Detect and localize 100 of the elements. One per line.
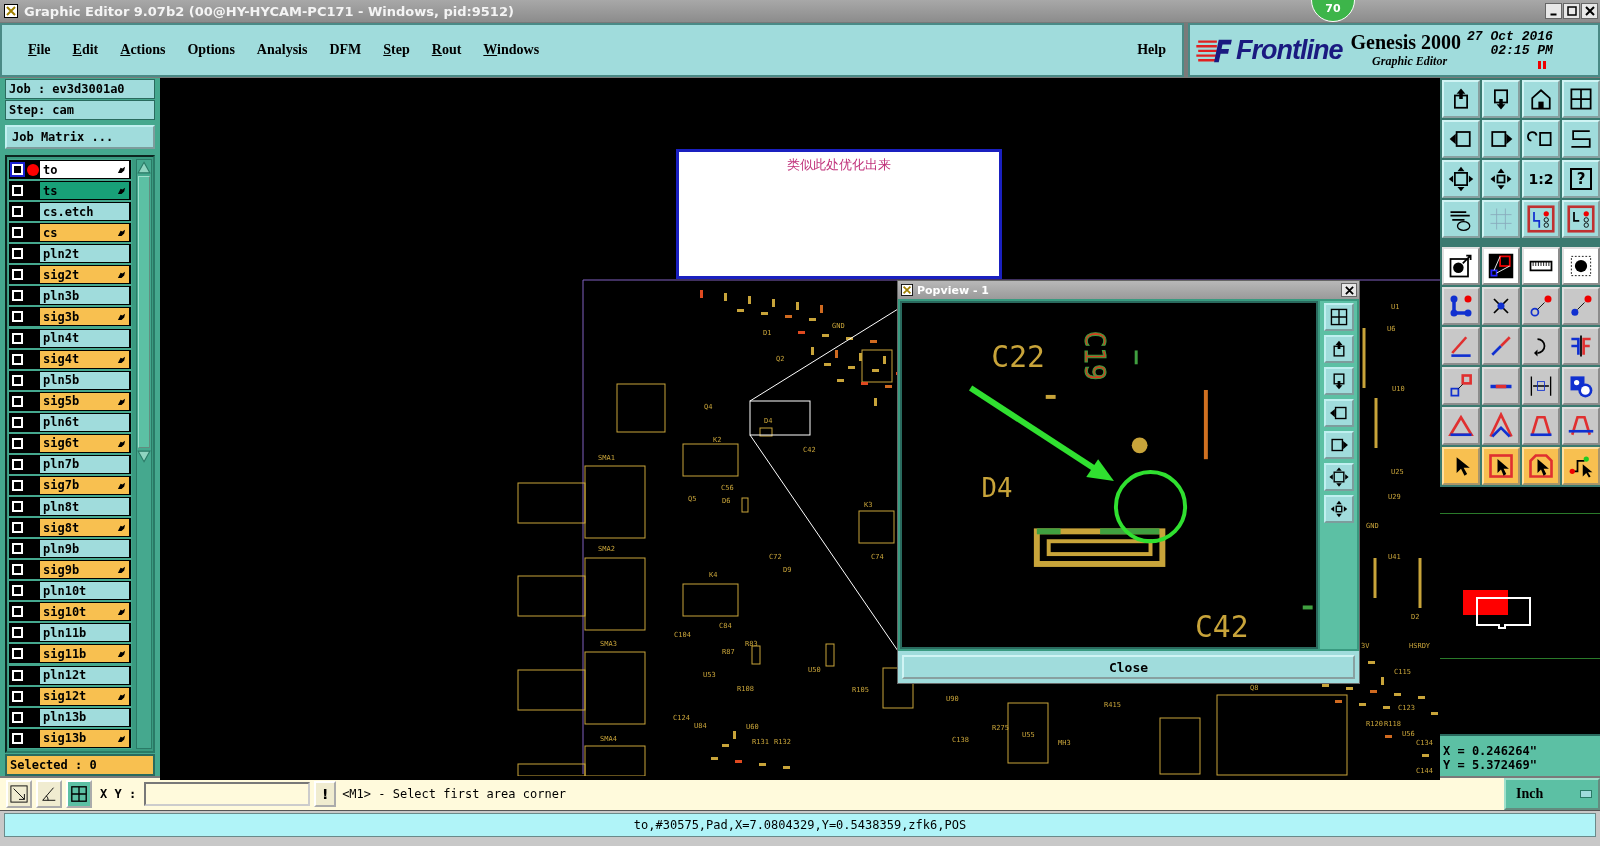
close-button[interactable] [1341, 283, 1357, 297]
toolbar-button[interactable] [1562, 200, 1600, 238]
toolbar-button[interactable] [1442, 247, 1480, 285]
toolbar-button[interactable] [1482, 247, 1520, 285]
scroll-up-icon[interactable] [137, 160, 151, 174]
layer-checkbox[interactable] [12, 669, 23, 681]
menu-item[interactable]: Analysis [248, 42, 316, 58]
toolbar-button[interactable]: 1:2 [1522, 160, 1560, 198]
layer-name[interactable]: ts [40, 182, 129, 200]
layer-name[interactable]: pln4t [40, 329, 129, 347]
layer-checkbox[interactable] [12, 416, 23, 428]
grid-button[interactable] [66, 780, 92, 808]
popview-tool-button[interactable] [1323, 399, 1354, 427]
scrollbar[interactable] [136, 159, 152, 749]
layer-name[interactable]: pln3b [40, 287, 129, 305]
toolbar-button[interactable] [1562, 120, 1600, 158]
toolbar-button[interactable] [1562, 447, 1600, 485]
toolbar-button[interactable] [1522, 407, 1560, 445]
toolbar-button[interactable] [1482, 80, 1520, 118]
job-matrix-button[interactable]: Job Matrix ... [5, 125, 155, 149]
menu-item[interactable]: Actions [112, 42, 174, 58]
layer-name[interactable]: sig8t [40, 519, 129, 537]
menu-item[interactable]: Options [179, 42, 243, 58]
menu-item[interactable]: File [20, 42, 59, 58]
layer-name[interactable]: pln10t [40, 582, 129, 600]
toolbar-button[interactable] [1522, 80, 1560, 118]
layer-checkbox[interactable] [12, 479, 23, 491]
toolbar-button[interactable] [1562, 367, 1600, 405]
toolbar-button[interactable]: ? [1562, 160, 1600, 198]
layer-checkbox[interactable] [12, 164, 23, 175]
layer-name[interactable]: sig10t [40, 603, 129, 621]
toolbar-button[interactable] [1562, 80, 1600, 118]
layer-name[interactable]: cs.etch [40, 203, 129, 221]
layer-name[interactable]: sig9b [40, 561, 129, 579]
toolbar-button[interactable] [1562, 327, 1600, 365]
help-menu[interactable]: Help [1129, 42, 1174, 58]
layer-checkbox[interactable] [12, 332, 23, 344]
toolbar-button[interactable] [1562, 247, 1600, 285]
layer-name[interactable]: to [40, 161, 129, 178]
toolbar-button[interactable] [1482, 287, 1520, 325]
toolbar-button[interactable] [1562, 407, 1600, 445]
layer-checkbox[interactable] [12, 627, 23, 639]
layer-checkbox[interactable] [12, 543, 23, 555]
alert-button[interactable]: ! [314, 781, 337, 807]
layer-checkbox[interactable] [12, 711, 23, 723]
layer-name[interactable]: sig12t [40, 687, 129, 705]
layer-name[interactable]: pln8t [40, 498, 129, 515]
layer-name[interactable]: pln13b [40, 708, 129, 726]
layer-name[interactable]: sig3b [40, 308, 129, 326]
layer-checkbox[interactable] [12, 690, 23, 702]
popview-tool-button[interactable] [1323, 463, 1354, 491]
maximize-button[interactable] [1563, 3, 1580, 19]
toolbar-button[interactable] [1522, 367, 1560, 405]
close-button[interactable] [1581, 3, 1598, 19]
layer-checkbox[interactable] [12, 437, 23, 449]
layer-name[interactable]: pln2t [40, 245, 129, 263]
menu-item[interactable]: DFM [321, 42, 370, 58]
layer-name[interactable]: pln5b [40, 371, 129, 389]
layer-checkbox[interactable] [12, 185, 23, 197]
units-dropdown[interactable]: Inch [1504, 778, 1600, 810]
layer-name[interactable]: pln7b [40, 455, 129, 473]
layer-name[interactable]: pln9b [40, 540, 129, 558]
angle-button[interactable] [36, 780, 62, 808]
popview-tool-button[interactable] [1323, 303, 1354, 331]
layer-checkbox[interactable] [12, 395, 23, 407]
toolbar-button[interactable] [1522, 247, 1560, 285]
toolbar-button[interactable] [1482, 407, 1520, 445]
toolbar-button[interactable] [1562, 287, 1600, 325]
scroll-thumb[interactable] [138, 176, 150, 448]
toolbar-button[interactable] [1522, 327, 1560, 365]
layer-checkbox[interactable] [12, 564, 23, 576]
toolbar-button[interactable] [1522, 120, 1560, 158]
toolbar-button[interactable] [1442, 200, 1480, 238]
menu-item[interactable]: Rout [423, 42, 470, 58]
layer-checkbox[interactable] [12, 290, 23, 302]
xy-input-field[interactable] [144, 782, 311, 806]
layer-checkbox[interactable] [12, 458, 23, 470]
toolbar-button[interactable] [1482, 120, 1520, 158]
layer-name[interactable]: pln6t [40, 413, 129, 431]
popview-tool-button[interactable] [1323, 431, 1354, 459]
layer-checkbox[interactable] [12, 353, 23, 365]
toolbar-button[interactable] [1522, 200, 1560, 238]
layer-name[interactable]: sig2t [40, 266, 129, 284]
popview-tool-button[interactable] [1323, 367, 1354, 395]
layer-name[interactable]: sig6t [40, 434, 129, 452]
layer-name[interactable]: sig11b [40, 645, 129, 663]
toolbar-button[interactable] [1442, 407, 1480, 445]
toolbar-button[interactable] [1482, 160, 1520, 198]
layer-name[interactable]: pln12t [40, 666, 129, 684]
popview-canvas[interactable]: C22 C19 D4 C42 [900, 301, 1318, 649]
close-button[interactable]: Close [902, 655, 1355, 679]
layer-checkbox[interactable] [12, 606, 23, 618]
layer-checkbox[interactable] [12, 374, 23, 386]
scroll-down-icon[interactable] [137, 450, 151, 464]
layer-checkbox[interactable] [12, 648, 23, 660]
menu-item[interactable]: Windows [475, 42, 548, 58]
toolbar-button[interactable] [1442, 327, 1480, 365]
toolbar-button[interactable] [1482, 447, 1520, 485]
toolbar-button[interactable] [1442, 160, 1480, 198]
layer-name[interactable]: sig4t [40, 350, 129, 368]
